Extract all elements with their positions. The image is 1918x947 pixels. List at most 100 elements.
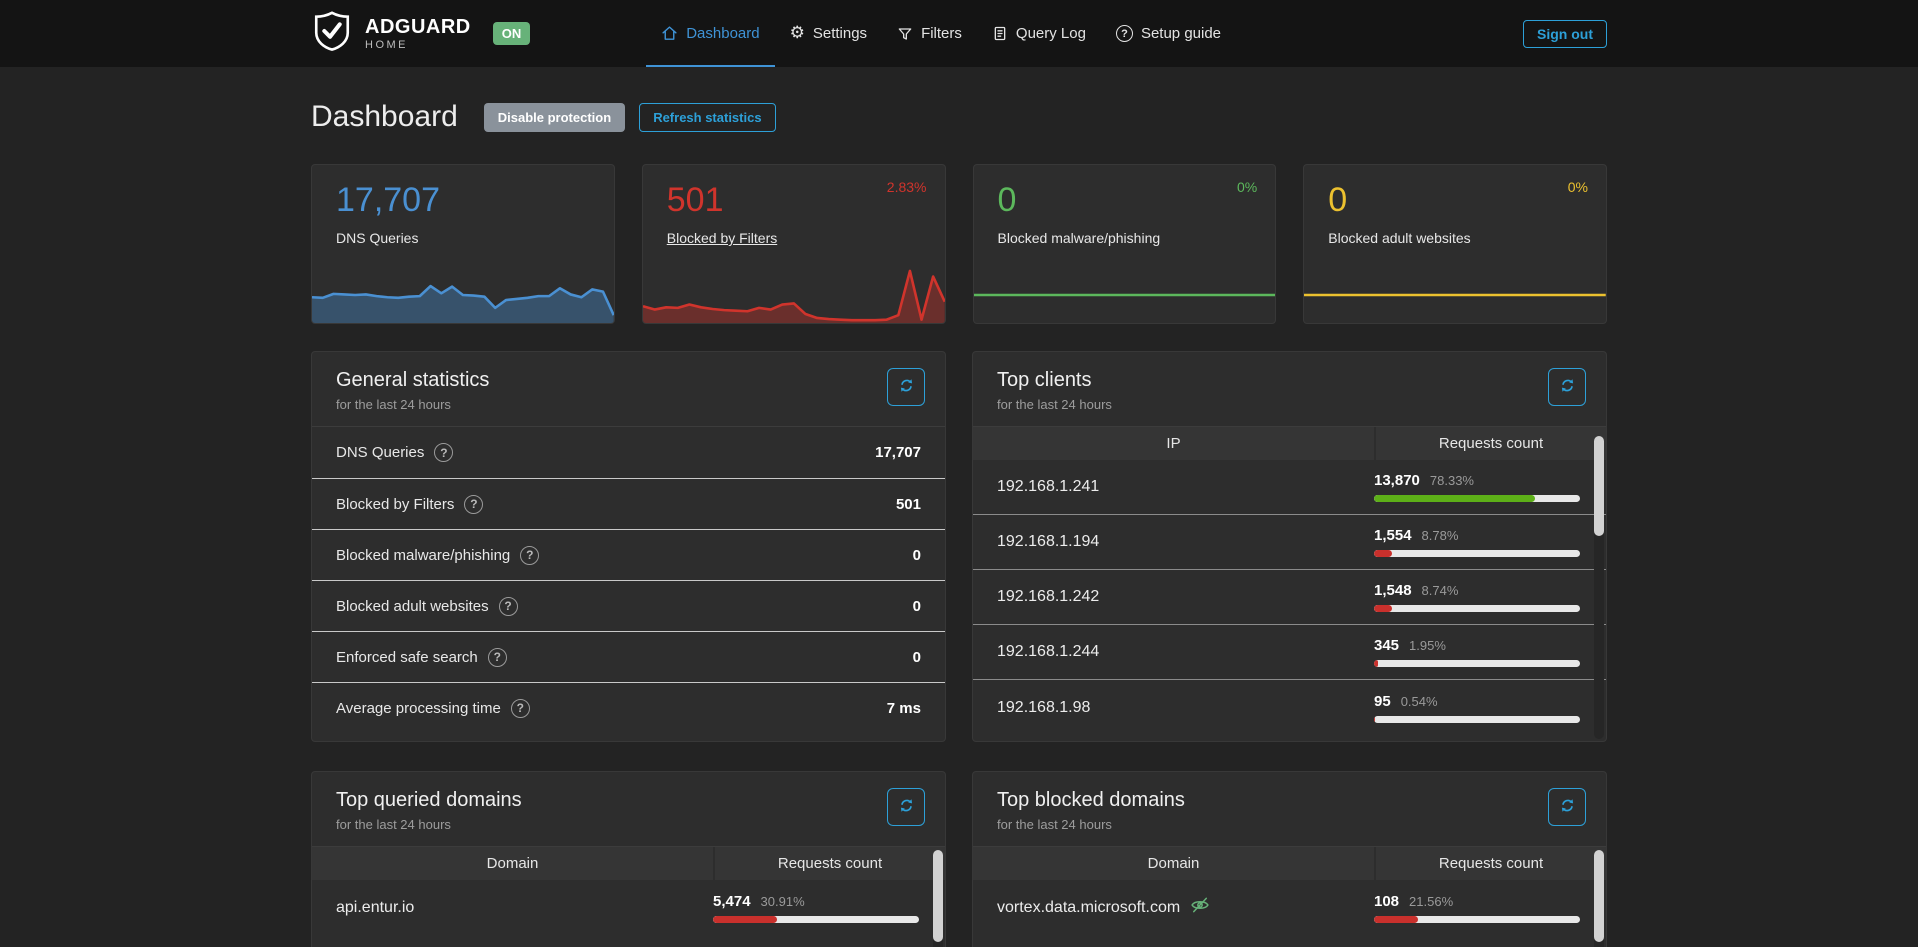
nav-label: Dashboard	[686, 25, 759, 42]
help-icon[interactable]: ?	[488, 648, 507, 667]
top-blocked-domains-panel: Top blocked domains for the last 24 hour…	[972, 771, 1607, 947]
nav-item-query-log[interactable]: Query Log	[977, 0, 1101, 67]
column-header-requests: Requests count	[1374, 847, 1606, 880]
help-icon[interactable]: ?	[434, 443, 453, 462]
refresh-icon	[898, 377, 915, 397]
refresh-icon	[898, 797, 915, 817]
nav-item-dashboard[interactable]: Dashboard	[646, 0, 774, 67]
eye-off-icon[interactable]	[1190, 895, 1210, 920]
refresh-icon	[1559, 797, 1576, 817]
refresh-button[interactable]	[887, 788, 925, 826]
client-ip[interactable]: 192.168.1.242	[973, 588, 1374, 606]
blocked-filters-percent: 2.83%	[887, 179, 927, 195]
blocked-malware-label: Blocked malware/phishing	[998, 230, 1252, 246]
table-row: 192.168.1.194 1,554 8.78%	[973, 515, 1606, 570]
blocked-filters-link[interactable]: Blocked by Filters	[667, 230, 921, 246]
stat-value: 7 ms	[887, 700, 921, 717]
blocked-malware-sparkline	[974, 267, 1276, 323]
question-circle-icon: ?	[1116, 25, 1133, 42]
shield-check-icon	[311, 9, 353, 58]
blocked-adult-label: Blocked adult websites	[1328, 230, 1582, 246]
blocked-malware-percent: 0%	[1237, 179, 1257, 195]
blocked-filters-sparkline	[643, 267, 945, 323]
brand-name: ADGUARD	[365, 17, 471, 37]
table-row: 192.168.1.244 345 1.95%	[973, 625, 1606, 680]
progress-bar	[1374, 660, 1580, 667]
panel-subtitle: for the last 24 hours	[997, 397, 1582, 412]
refresh-statistics-button[interactable]: Refresh statistics	[639, 103, 775, 132]
blocked-adult-percent: 0%	[1568, 179, 1588, 195]
column-header-requests: Requests count	[713, 847, 945, 880]
document-icon	[992, 25, 1008, 42]
refresh-button[interactable]	[887, 368, 925, 406]
stat-label: Average processing time	[336, 700, 501, 717]
request-count: 1,554	[1374, 527, 1412, 544]
disable-protection-button[interactable]: Disable protection	[484, 103, 625, 132]
request-count: 13,870	[1374, 472, 1420, 489]
request-count: 1,548	[1374, 582, 1412, 599]
client-ip[interactable]: 192.168.1.244	[973, 643, 1374, 661]
request-count: 345	[1374, 637, 1399, 654]
client-ip[interactable]: 192.168.1.241	[973, 478, 1374, 496]
home-icon	[661, 25, 678, 42]
nav-label: Settings	[813, 25, 867, 42]
table-row: vortex.data.microsoft.com 108	[973, 880, 1606, 935]
card-blocked-by-filters: 2.83% 501 Blocked by Filters	[642, 164, 946, 324]
column-header-requests: Requests count	[1374, 427, 1606, 460]
main-nav: Dashboard ⚙ Settings Filters	[646, 0, 1236, 67]
stat-value: 17,707	[875, 444, 921, 461]
scrollbar[interactable]	[1594, 850, 1604, 947]
nav-item-filters[interactable]: Filters	[882, 0, 977, 67]
general-statistics-table: DNS Queries? 17,707 Blocked by Filters? …	[312, 426, 945, 733]
nav-item-settings[interactable]: ⚙ Settings	[775, 0, 882, 67]
help-icon[interactable]: ?	[520, 546, 539, 565]
blocked-adult-value: 0	[1328, 181, 1582, 220]
queried-domain[interactable]: api.entur.io	[312, 899, 713, 917]
blocked-domain[interactable]: vortex.data.microsoft.com	[997, 899, 1180, 917]
protection-on-badge: ON	[493, 22, 531, 45]
nav-label: Setup guide	[1141, 25, 1221, 42]
progress-bar	[1374, 916, 1580, 923]
scrollbar[interactable]	[933, 850, 943, 947]
help-icon[interactable]: ?	[464, 495, 483, 514]
dns-queries-label: DNS Queries	[336, 230, 590, 246]
adguard-logo: ADGUARD HOME ON	[311, 0, 530, 67]
stat-label: DNS Queries	[336, 444, 424, 461]
blocked-adult-sparkline	[1304, 267, 1606, 323]
client-ip[interactable]: 192.168.1.194	[973, 533, 1374, 551]
request-percent: 1.95%	[1409, 638, 1446, 653]
panel-subtitle: for the last 24 hours	[997, 817, 1582, 832]
stat-label: Blocked adult websites	[336, 598, 489, 615]
help-icon[interactable]: ?	[511, 699, 530, 718]
nav-item-setup-guide[interactable]: ? Setup guide	[1101, 0, 1236, 67]
progress-bar	[1374, 716, 1580, 723]
refresh-button[interactable]	[1548, 788, 1586, 826]
help-icon[interactable]: ?	[499, 597, 518, 616]
sign-out-button[interactable]: Sign out	[1523, 20, 1607, 48]
dns-queries-sparkline	[312, 267, 614, 323]
scrollbar[interactable]	[1594, 436, 1604, 739]
table-row: Blocked adult websites? 0	[312, 580, 945, 631]
request-percent: 21.56%	[1409, 894, 1453, 909]
request-count: 108	[1374, 893, 1399, 910]
top-queried-table: Domain Requests count api.entur.io 5,474…	[312, 846, 945, 935]
brand-sub: HOME	[365, 40, 471, 51]
request-percent: 8.78%	[1422, 528, 1459, 543]
top-navbar: ADGUARD HOME ON Dashboard ⚙ Settings	[0, 0, 1918, 67]
request-count: 5,474	[713, 893, 751, 910]
stat-label: Blocked malware/phishing	[336, 547, 510, 564]
stat-label: Blocked by Filters	[336, 496, 454, 513]
table-row: DNS Queries? 17,707	[312, 427, 945, 478]
top-clients-table: IP Requests count 192.168.1.241 13,870 7…	[973, 426, 1606, 735]
table-row: Blocked by Filters? 501	[312, 478, 945, 529]
progress-bar	[1374, 495, 1580, 502]
nav-label: Filters	[921, 25, 962, 42]
column-header-ip: IP	[973, 435, 1374, 452]
column-header-domain: Domain	[973, 855, 1374, 872]
panel-title: Top queried domains	[336, 789, 921, 812]
top-blocked-table: Domain Requests count vortex.data.micros…	[973, 846, 1606, 935]
refresh-button[interactable]	[1548, 368, 1586, 406]
stat-value: 0	[913, 649, 921, 666]
client-ip[interactable]: 192.168.1.98	[973, 699, 1374, 717]
panel-title: Top clients	[997, 369, 1582, 392]
